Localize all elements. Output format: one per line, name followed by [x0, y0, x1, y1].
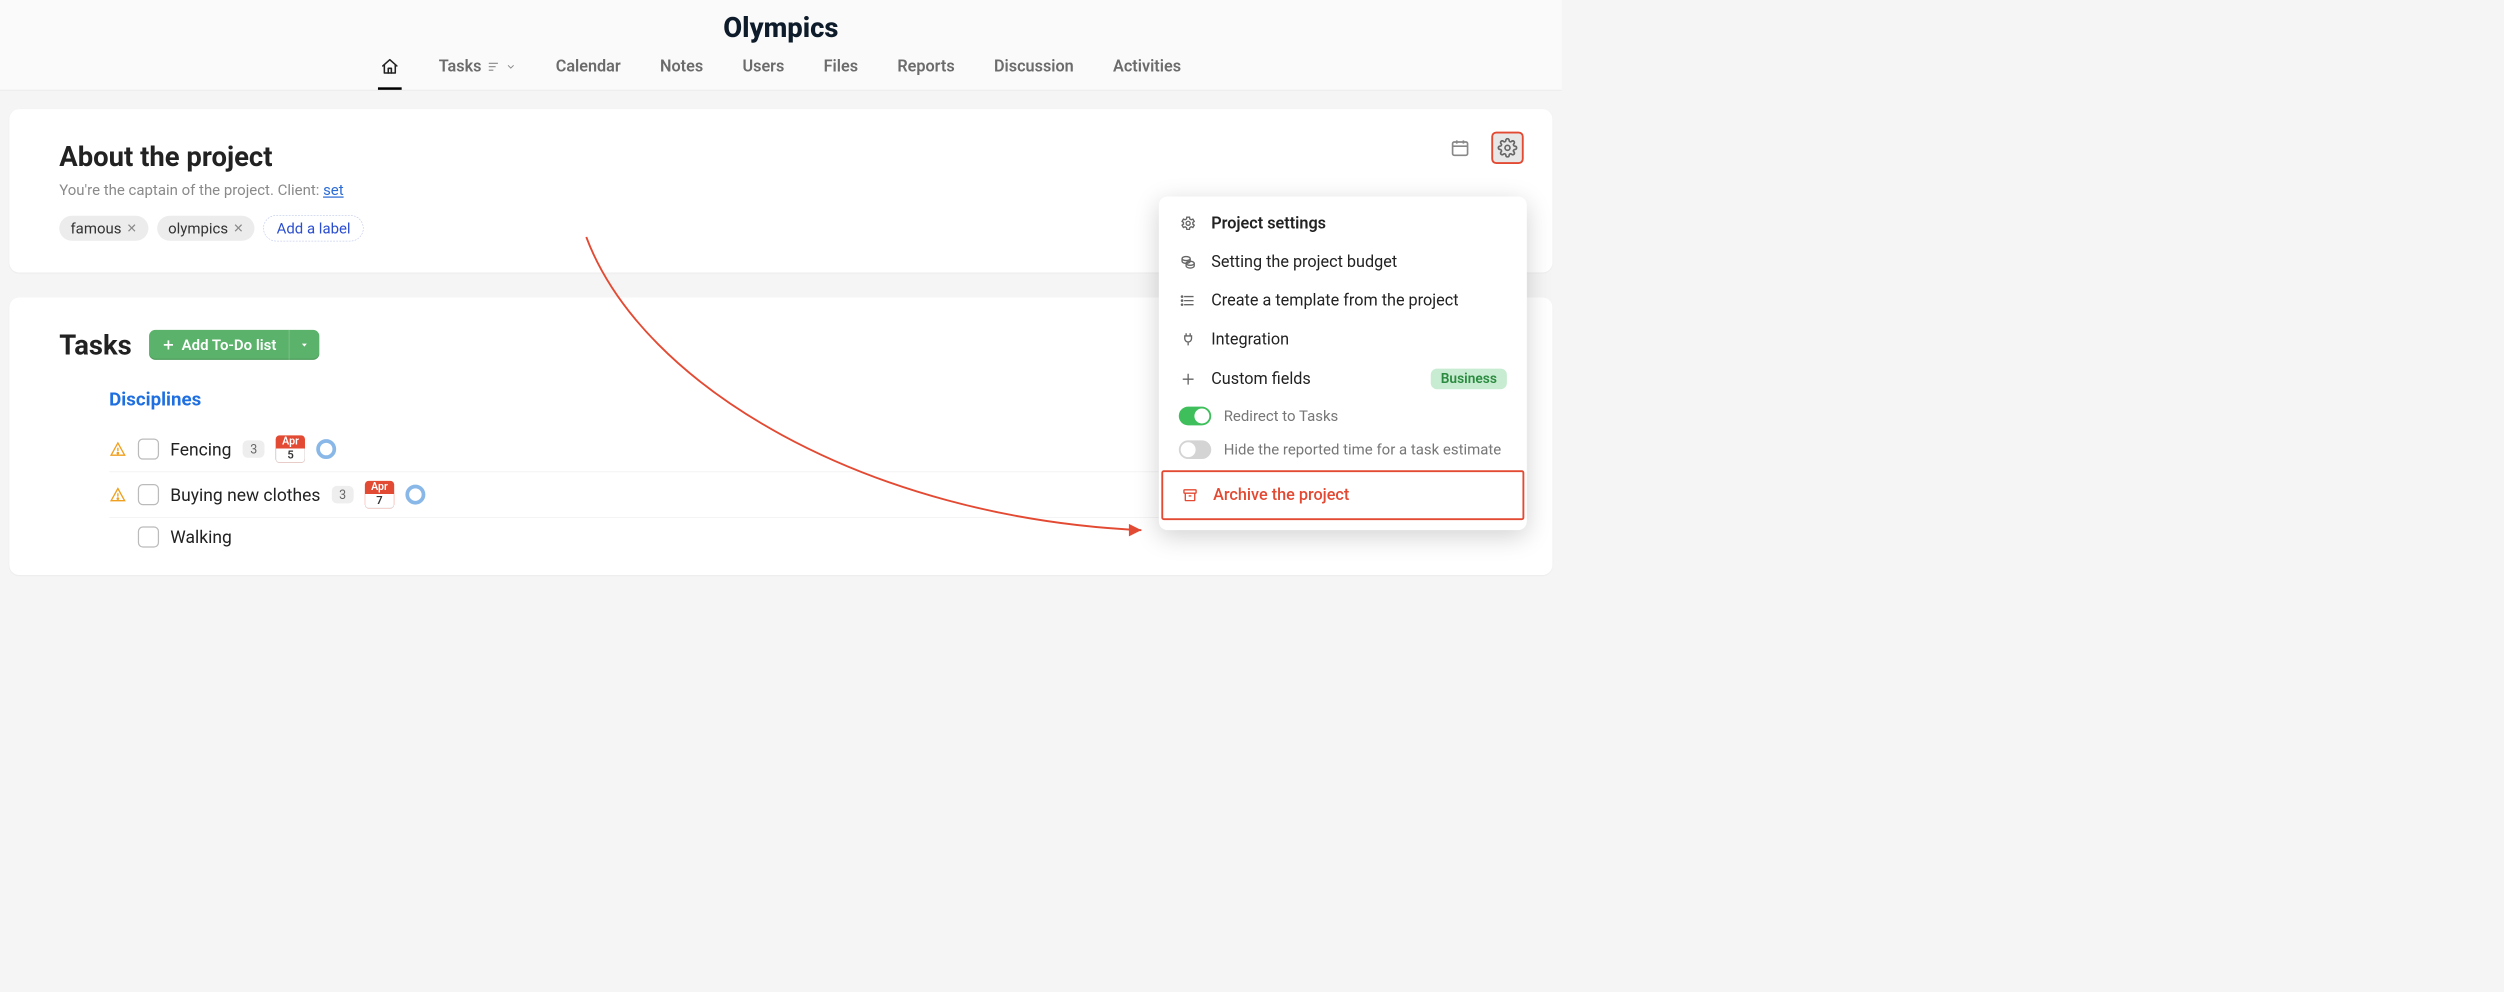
warning-icon [109, 441, 126, 457]
business-badge: Business [1431, 369, 1507, 390]
chip-text: olympics [168, 220, 228, 237]
task-date-chip: Apr 7 [365, 481, 394, 508]
toggle-off[interactable] [1179, 440, 1211, 459]
chip-text: famous [70, 220, 121, 237]
add-todo-main[interactable]: Add To-Do list [149, 330, 289, 360]
plus-icon [1179, 371, 1198, 387]
settings-button[interactable] [1491, 132, 1523, 164]
menu-label: Create a template from the project [1211, 291, 1458, 310]
date-month: Apr [371, 481, 388, 493]
tab-discussion[interactable]: Discussion [991, 50, 1076, 90]
progress-ring-icon [405, 485, 425, 505]
task-name: Buying new clothes [170, 484, 320, 505]
list-icon [1179, 293, 1198, 309]
task-checkbox[interactable] [138, 484, 159, 505]
tab-tasks[interactable]: Tasks [436, 50, 519, 90]
menu-label: Custom fields [1211, 370, 1311, 389]
chevron-down-icon [505, 61, 516, 72]
menu-custom-fields[interactable]: Custom fields Business [1159, 359, 1527, 400]
caret-down-icon [299, 340, 309, 350]
task-name: Walking [170, 527, 232, 548]
task-checkbox[interactable] [138, 438, 159, 459]
about-actions [1444, 132, 1524, 164]
warning-icon [109, 486, 126, 502]
calendar-button[interactable] [1444, 132, 1476, 164]
archive-icon [1181, 487, 1200, 503]
tab-users[interactable]: Users [740, 50, 787, 90]
toggle-label: Hide the reported time for a task estima… [1224, 441, 1502, 458]
progress-ring-icon [316, 439, 336, 459]
add-todo-label: Add To-Do list [182, 336, 277, 353]
nav-tabs: Tasks Calendar Notes Users Files Reports… [25, 50, 1537, 90]
calendar-icon [1450, 138, 1470, 158]
project-title: Olympics [25, 0, 1537, 50]
tab-home[interactable] [378, 50, 402, 90]
tab-calendar[interactable]: Calendar [553, 50, 623, 90]
home-icon [381, 57, 400, 76]
add-todo-list-button: Add To-Do list [149, 330, 319, 360]
remove-icon[interactable]: ✕ [126, 221, 136, 236]
menu-template[interactable]: Create a template from the project [1159, 281, 1527, 320]
date-month: Apr [282, 435, 299, 447]
archive-highlight: Archive the project [1161, 470, 1524, 520]
date-day: 7 [365, 494, 394, 508]
toggle-on[interactable] [1179, 407, 1211, 426]
task-name: Fencing [170, 439, 231, 460]
gear-icon [1179, 215, 1198, 231]
tab-files[interactable]: Files [821, 50, 860, 90]
menu-label: Integration [1211, 330, 1289, 349]
menu-redirect-tasks[interactable]: Redirect to Tasks [1159, 399, 1527, 433]
about-subtitle-text: You're the captain of the project. Clien… [59, 181, 323, 198]
menu-label: Archive the project [1213, 486, 1349, 505]
about-heading: About the project [59, 140, 1502, 172]
toggle-label: Redirect to Tasks [1224, 407, 1339, 424]
date-day: 5 [276, 448, 305, 462]
coins-icon [1179, 254, 1198, 270]
tab-activities[interactable]: Activities [1111, 50, 1184, 90]
menu-hide-time[interactable]: Hide the reported time for a task estima… [1159, 433, 1527, 467]
task-count: 3 [243, 440, 265, 457]
plus-icon [162, 338, 176, 352]
tasks-heading: Tasks [59, 329, 132, 361]
task-count: 3 [332, 486, 354, 503]
task-date-chip: Apr 5 [276, 435, 305, 462]
gear-icon [1498, 138, 1518, 158]
tab-label: Tasks [439, 57, 482, 76]
menu-label: Setting the project budget [1211, 253, 1397, 272]
menu-label: Project settings [1211, 214, 1326, 233]
label-chip-famous[interactable]: famous ✕ [59, 216, 148, 241]
list-icon [486, 60, 500, 74]
menu-archive-project[interactable]: Archive the project [1163, 472, 1522, 518]
plug-icon [1179, 331, 1198, 347]
tab-reports[interactable]: Reports [895, 50, 957, 90]
remove-icon[interactable]: ✕ [233, 221, 243, 236]
menu-project-settings[interactable]: Project settings [1159, 204, 1527, 243]
settings-dropdown: Project settings Setting the project bud… [1159, 196, 1527, 530]
menu-budget[interactable]: Setting the project budget [1159, 243, 1527, 282]
tab-notes[interactable]: Notes [658, 50, 706, 90]
add-todo-dropdown[interactable] [289, 330, 320, 360]
label-chip-olympics[interactable]: olympics ✕ [157, 216, 255, 241]
add-label-button[interactable]: Add a label [263, 215, 363, 241]
app-header: Olympics Tasks Calendar Notes Users File… [0, 0, 1562, 90]
task-checkbox[interactable] [138, 526, 159, 547]
menu-integration[interactable]: Integration [1159, 320, 1527, 359]
client-set-link[interactable]: set [323, 181, 344, 198]
